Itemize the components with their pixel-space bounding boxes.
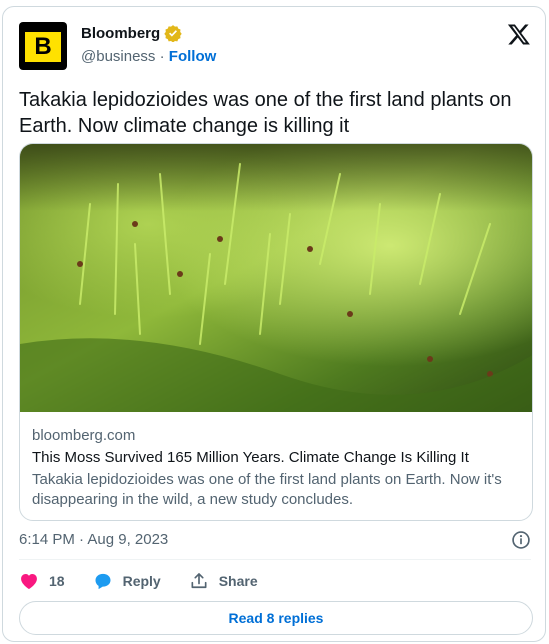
- author-handle[interactable]: @business: [81, 48, 155, 65]
- avatar-letter: B: [25, 32, 61, 62]
- x-logo-icon[interactable]: [507, 22, 531, 46]
- handle-separator: ·: [159, 48, 165, 65]
- avatar[interactable]: B: [19, 22, 67, 70]
- link-domain: bloomberg.com: [32, 427, 136, 444]
- share-button[interactable]: Share: [189, 571, 258, 591]
- divider: [19, 559, 531, 560]
- info-icon[interactable]: [511, 530, 531, 550]
- reply-button[interactable]: Reply: [93, 571, 161, 591]
- verified-badge-icon: [164, 25, 182, 42]
- tweet-card: B Bloomberg @business · Follow Takakia l…: [2, 6, 546, 642]
- like-count: 18: [49, 573, 65, 589]
- link-preview-card[interactable]: bloomberg.com This Moss Survived 165 Mil…: [19, 143, 533, 521]
- link-preview-image: [20, 144, 532, 412]
- follow-button[interactable]: Follow: [169, 48, 217, 65]
- tweet-header: B Bloomberg @business · Follow: [19, 22, 531, 70]
- author-name-row: Bloomberg: [81, 24, 182, 42]
- read-replies-button[interactable]: Read 8 replies: [19, 601, 533, 635]
- author-name[interactable]: Bloomberg: [81, 25, 160, 42]
- tweet-timestamp[interactable]: 6:14 PM · Aug 9, 2023: [19, 531, 168, 548]
- share-icon: [191, 573, 207, 589]
- link-title: This Moss Survived 165 Million Years. Cl…: [32, 449, 469, 466]
- heart-icon: [21, 574, 37, 589]
- like-button[interactable]: 18: [19, 571, 65, 591]
- link-description: Takakia lepidozioides was one of the fir…: [32, 471, 502, 508]
- tweet-text: Takakia lepidozioides was one of the fir…: [19, 89, 512, 137]
- reply-label: Reply: [122, 573, 161, 589]
- author-handle-row: @business · Follow: [81, 48, 216, 65]
- link-preview-meta: bloomberg.com This Moss Survived 165 Mil…: [32, 426, 522, 510]
- action-bar: 18 Reply Share: [19, 569, 286, 593]
- reply-bubble-icon: [95, 573, 111, 590]
- timestamp-row: 6:14 PM · Aug 9, 2023: [19, 529, 531, 551]
- share-label: Share: [218, 573, 258, 589]
